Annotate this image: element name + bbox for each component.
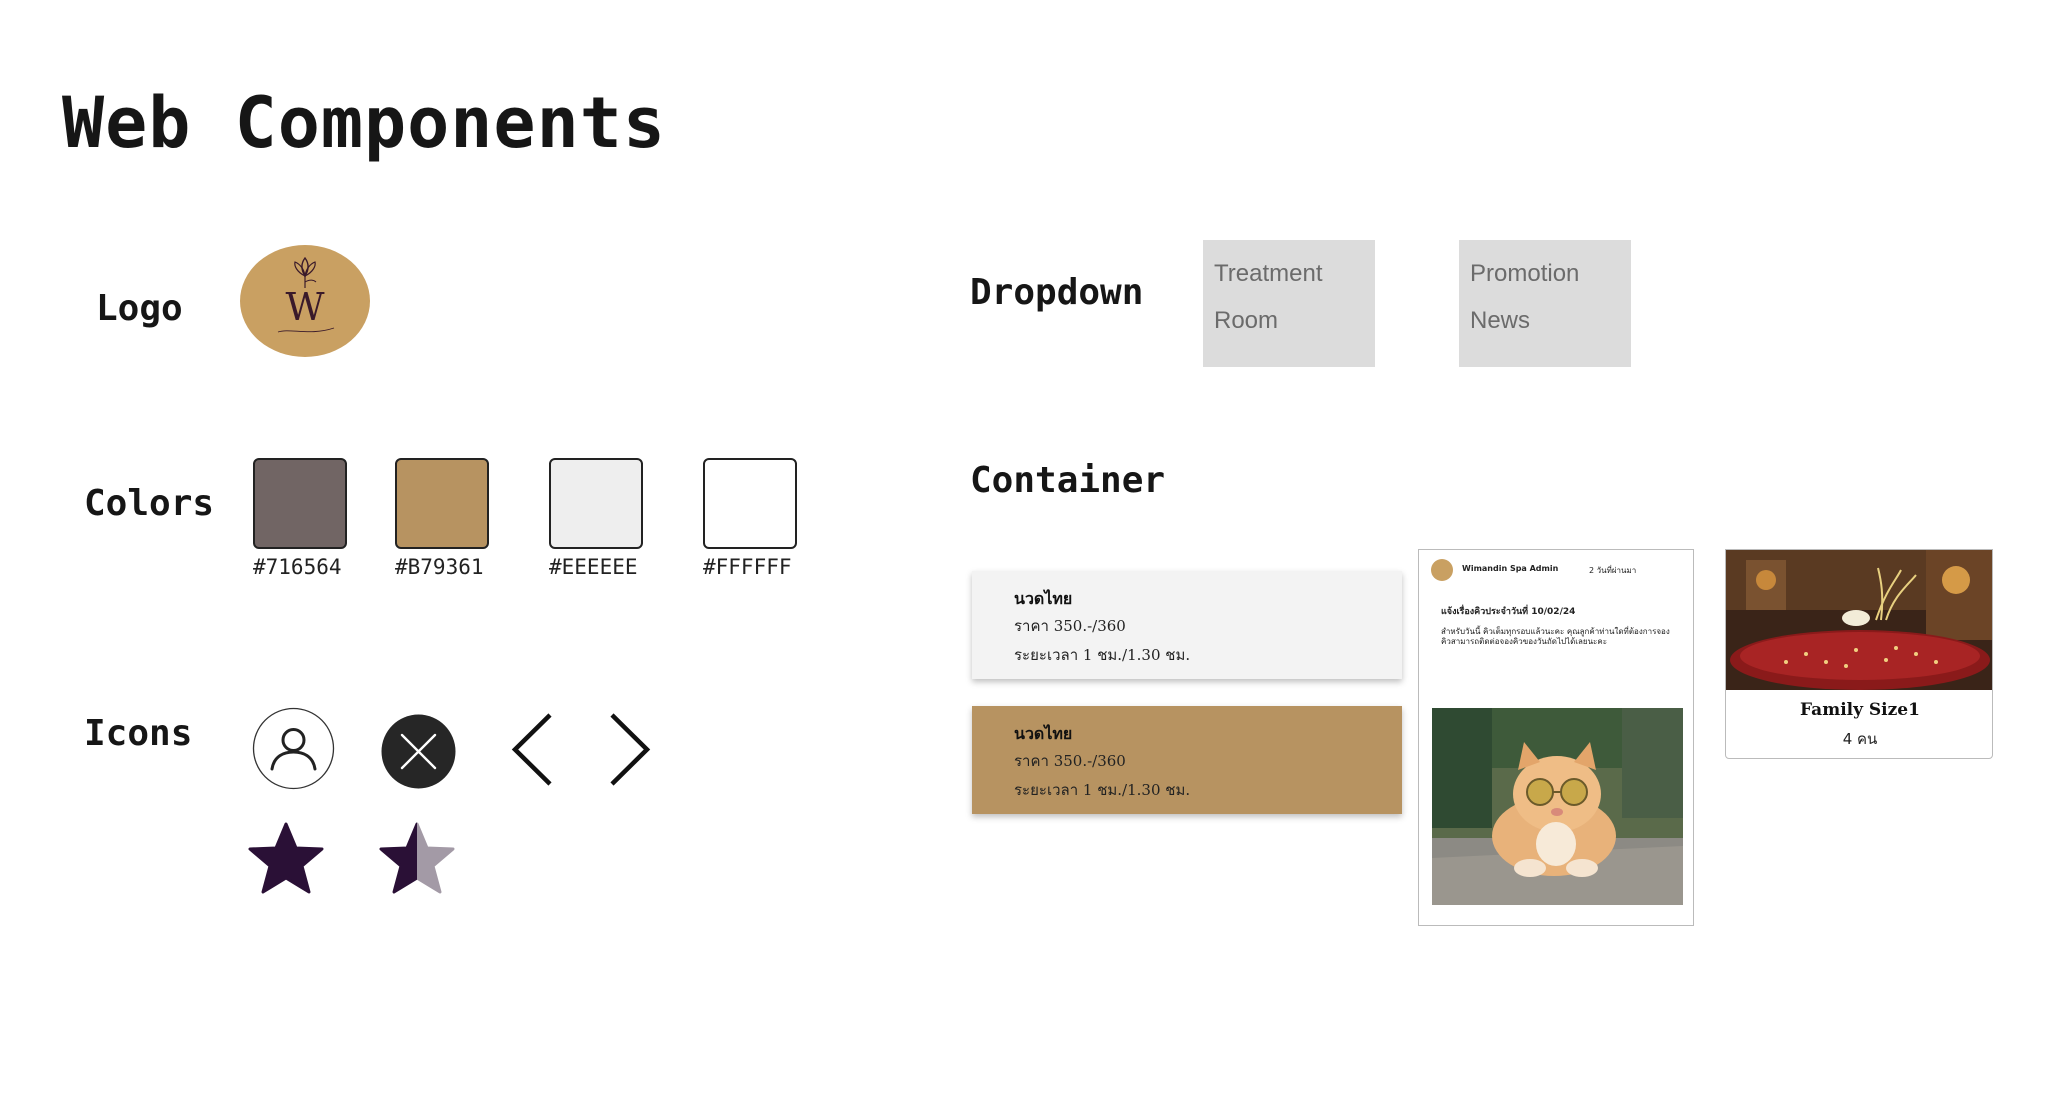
colors-section-label: Colors [84, 483, 215, 524]
dropdown-item-treatment[interactable]: Treatment [1214, 250, 1364, 297]
dropdown-item-promotion[interactable]: Promotion [1470, 250, 1620, 297]
svg-text:W: W [285, 285, 324, 329]
container-section-label: Container [970, 460, 1166, 501]
room-title: Family Size1 [1800, 700, 1920, 720]
service-price: ราคา 350.-/360 [1014, 752, 1126, 770]
room-card[interactable]: Family Size1 4 คน [1725, 549, 1993, 759]
post-image-cat [1432, 708, 1683, 905]
page-title: Web Components [62, 82, 667, 164]
color-hex-label: #FFFFFF [703, 555, 792, 579]
service-card-highlighted[interactable]: นวดไทย ราคา 350.-/360 ระยะเวลา 1 ชม./1.3… [972, 706, 1402, 814]
service-price: ราคา 350.-/360 [1014, 617, 1126, 635]
chevron-right-icon[interactable] [606, 712, 652, 787]
color-swatch [395, 458, 489, 549]
close-icon[interactable] [381, 714, 456, 789]
news-post-card[interactable]: Wimandin Spa Admin 2 วันที่ผ่านมา แจ้งเร… [1418, 549, 1694, 926]
room-image [1726, 550, 1992, 690]
star-half-icon[interactable] [378, 821, 456, 895]
dropdown-item-room[interactable]: Room [1214, 297, 1364, 344]
color-hex-label: #B79361 [395, 555, 484, 579]
color-hex-label: #EEEEEE [549, 555, 638, 579]
service-duration: ระยะเวลา 1 ชม./1.30 ชม. [1014, 781, 1191, 799]
post-body: สำหรับวันนี้ คิวเต็มทุกรอบแล้วนะคะ คุณลู… [1441, 627, 1670, 646]
brand-logo: W [240, 245, 370, 357]
post-timestamp: 2 วันที่ผ่านมา [1589, 566, 1637, 575]
dropdown-menu-treatment[interactable]: Treatment Room [1203, 240, 1375, 367]
service-duration: ระยะเวลา 1 ชม./1.30 ชม. [1014, 646, 1191, 664]
color-swatch [253, 458, 347, 549]
post-author-name: Wimandin Spa Admin [1462, 564, 1559, 573]
chevron-left-icon[interactable] [510, 712, 556, 787]
dropdown-section-label: Dropdown [970, 272, 1144, 313]
user-icon[interactable] [252, 707, 335, 790]
service-name: นวดไทย [1014, 724, 1073, 743]
star-full-icon[interactable] [247, 821, 325, 895]
logo-mark-icon: W [277, 256, 335, 332]
icons-section-label: Icons [84, 713, 193, 754]
dropdown-item-news[interactable]: News [1470, 297, 1620, 344]
service-name: นวดไทย [1014, 589, 1073, 608]
post-author-avatar [1431, 559, 1453, 581]
room-capacity: 4 คน [1842, 730, 1878, 748]
color-swatch [703, 458, 797, 549]
logo-section-label: Logo [96, 288, 183, 329]
color-hex-label: #716564 [253, 555, 342, 579]
post-headline: แจ้งเรื่องคิวประจำวันที่ 10/02/24 [1441, 607, 1576, 617]
color-swatch [549, 458, 643, 549]
service-card[interactable]: นวดไทย ราคา 350.-/360 ระยะเวลา 1 ชม./1.3… [972, 571, 1402, 679]
dropdown-menu-promotion[interactable]: Promotion News [1459, 240, 1631, 367]
